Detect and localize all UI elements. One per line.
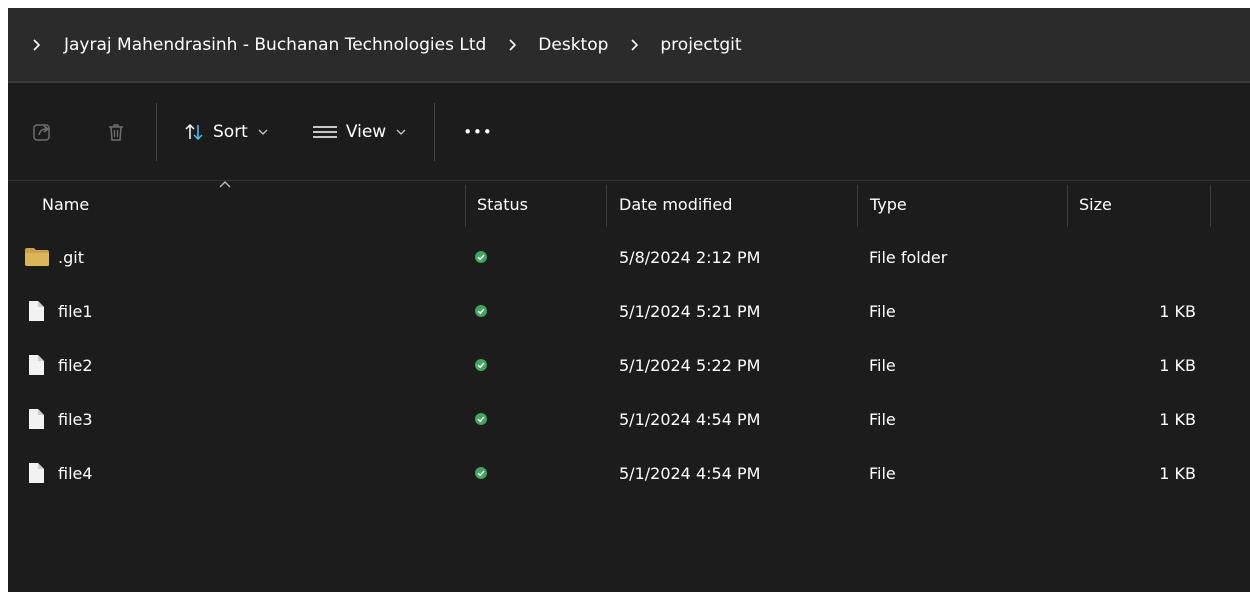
column-header-size-label: Size xyxy=(1079,194,1112,214)
column-header-name-label: Name xyxy=(42,194,90,214)
chevron-right-icon[interactable] xyxy=(14,38,58,51)
column-header-size[interactable]: Size xyxy=(1079,181,1209,227)
status-cell xyxy=(474,338,488,392)
sync-status-ok-icon xyxy=(475,305,487,317)
more-options-button[interactable]: ••• xyxy=(463,112,493,152)
file-type: File folder xyxy=(869,247,948,267)
delete-icon[interactable] xyxy=(96,112,136,152)
file-size: 1 KB xyxy=(1159,355,1196,375)
file-icon xyxy=(29,463,44,483)
file-list: .git 5/8/2024 2:12 PM File folder file1 xyxy=(8,230,1250,500)
view-label: View xyxy=(345,121,387,142)
sync-status-ok-icon xyxy=(475,359,487,371)
column-header-name[interactable]: Name xyxy=(42,181,462,227)
name-cell: file1 xyxy=(24,284,93,338)
file-size: 1 KB xyxy=(1159,409,1196,429)
command-bar: Sort View ••• xyxy=(8,83,1250,180)
file-type: File xyxy=(869,355,896,375)
column-resize-handle[interactable] xyxy=(1210,185,1211,227)
file-name: file4 xyxy=(58,463,93,483)
file-size: 1 KB xyxy=(1159,301,1196,321)
sync-status-ok-icon xyxy=(475,413,487,425)
name-cell: file3 xyxy=(24,392,93,446)
chevron-right-icon[interactable] xyxy=(614,38,654,51)
status-cell xyxy=(474,392,488,446)
column-headers: Name Status Date modified Type Size xyxy=(8,181,1250,227)
date-modified: 5/1/2024 4:54 PM xyxy=(619,409,761,429)
date-modified: 5/1/2024 5:22 PM xyxy=(619,355,761,375)
file-icon xyxy=(29,409,44,429)
toolbar-separator xyxy=(434,102,436,161)
file-name: file1 xyxy=(58,301,93,321)
name-cell: file4 xyxy=(24,446,93,500)
column-header-type-label: Type xyxy=(870,194,907,214)
chevron-down-icon xyxy=(396,129,406,135)
column-header-date-label: Date modified xyxy=(619,194,733,214)
file-row-git[interactable]: .git 5/8/2024 2:12 PM File folder xyxy=(8,230,1250,284)
file-type: File xyxy=(869,409,896,429)
sort-icon xyxy=(185,123,203,140)
view-button[interactable]: View xyxy=(312,112,406,152)
column-header-type[interactable]: Type xyxy=(870,181,1066,227)
sort-label: Sort xyxy=(213,121,248,142)
date-modified: 5/8/2024 2:12 PM xyxy=(619,247,761,267)
column-header-status[interactable]: Status xyxy=(477,181,605,227)
file-row-file3[interactable]: file3 5/1/2024 4:54 PM File 1 KB xyxy=(8,392,1250,446)
file-name: .git xyxy=(58,247,84,267)
column-resize-handle[interactable] xyxy=(857,185,858,227)
file-name: file3 xyxy=(58,409,93,429)
file-icon xyxy=(29,355,44,375)
sync-status-ok-icon xyxy=(475,251,487,263)
date-modified: 5/1/2024 4:54 PM xyxy=(619,463,761,483)
folder-icon xyxy=(25,248,49,266)
status-cell xyxy=(474,446,488,500)
file-size xyxy=(1078,230,1196,284)
file-row-file4[interactable]: file4 5/1/2024 4:54 PM File 1 KB xyxy=(8,446,1250,500)
status-cell xyxy=(474,230,488,284)
chevron-down-icon xyxy=(258,129,268,135)
sync-status-ok-icon xyxy=(475,467,487,479)
share-icon[interactable] xyxy=(22,112,62,152)
column-header-status-label: Status xyxy=(477,194,528,214)
file-type: File xyxy=(869,463,896,483)
breadcrumb-item-user[interactable]: Jayraj Mahendrasinh - Buchanan Technolog… xyxy=(58,35,492,55)
column-header-date-modified[interactable]: Date modified xyxy=(619,181,855,227)
file-row-file2[interactable]: file2 5/1/2024 5:22 PM File 1 KB xyxy=(8,338,1250,392)
name-cell: file2 xyxy=(24,338,93,392)
address-bar[interactable]: Jayraj Mahendrasinh - Buchanan Technolog… xyxy=(8,8,1250,81)
breadcrumb-item-projectgit[interactable]: projectgit xyxy=(654,35,747,55)
sort-button[interactable]: Sort xyxy=(183,112,268,152)
column-resize-handle[interactable] xyxy=(606,185,607,227)
date-modified: 5/1/2024 5:21 PM xyxy=(619,301,761,321)
file-row-file1[interactable]: file1 5/1/2024 5:21 PM File 1 KB xyxy=(8,284,1250,338)
column-resize-handle[interactable] xyxy=(1067,185,1068,227)
file-type: File xyxy=(869,301,896,321)
column-resize-handle[interactable] xyxy=(465,185,466,227)
breadcrumb-item-desktop[interactable]: Desktop xyxy=(532,35,614,55)
toolbar-separator xyxy=(156,102,157,161)
file-size: 1 KB xyxy=(1159,463,1196,483)
view-list-icon xyxy=(312,125,337,138)
file-explorer-window: Jayraj Mahendrasinh - Buchanan Technolog… xyxy=(8,8,1250,592)
file-icon xyxy=(29,301,44,321)
file-name: file2 xyxy=(58,355,93,375)
status-cell xyxy=(474,284,488,338)
chevron-right-icon[interactable] xyxy=(492,38,532,51)
name-cell: .git xyxy=(24,230,84,284)
